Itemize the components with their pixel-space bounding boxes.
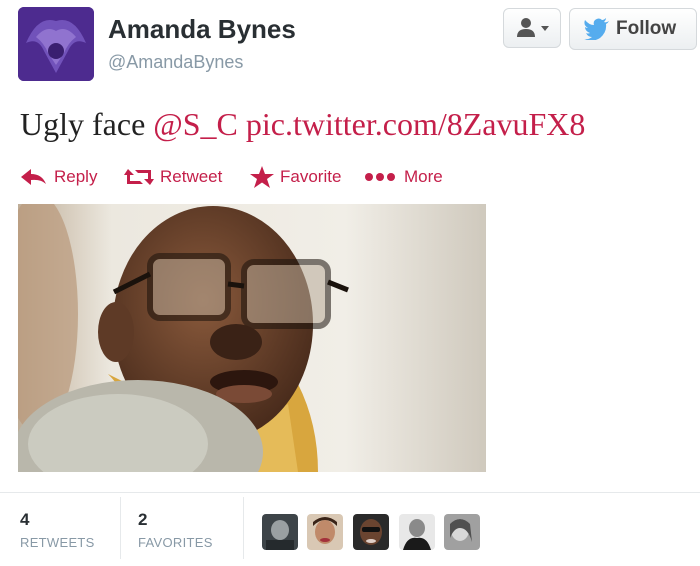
retweets-count: 4 bbox=[20, 510, 30, 529]
retweets-label: RETWEETS bbox=[20, 535, 95, 550]
retweet-label: Retweet bbox=[160, 167, 223, 186]
person-dropdown-icon bbox=[517, 18, 549, 37]
reply-button[interactable]: Reply bbox=[20, 163, 97, 191]
stat-separator bbox=[243, 497, 244, 559]
favoriter-avatar-image bbox=[353, 514, 389, 550]
reply-label: Reply bbox=[54, 167, 98, 186]
retweet-button[interactable]: Retweet bbox=[124, 163, 222, 191]
favoriter-avatar[interactable] bbox=[307, 514, 343, 550]
more-label: More bbox=[404, 167, 443, 186]
avatar-image bbox=[18, 7, 94, 81]
stats-divider bbox=[0, 492, 700, 493]
favoriter-avatar[interactable] bbox=[262, 514, 298, 550]
tweet-photo[interactable] bbox=[18, 204, 486, 472]
author-name[interactable]: Amanda Bynes bbox=[108, 14, 296, 45]
pic-link[interactable]: pic.twitter.com/8ZavuFX8 bbox=[246, 106, 586, 142]
favoriter-avatar[interactable] bbox=[399, 514, 435, 550]
user-menu-button[interactable] bbox=[503, 8, 561, 48]
favoriter-avatar[interactable] bbox=[444, 514, 480, 550]
favorites-count: 2 bbox=[138, 510, 148, 529]
reply-arrow-icon bbox=[21, 169, 46, 185]
author-avatar[interactable] bbox=[18, 7, 94, 81]
follow-label: Follow bbox=[616, 18, 677, 39]
more-button[interactable]: More bbox=[364, 163, 443, 191]
favorite-button[interactable]: Favorite bbox=[250, 163, 341, 191]
stat-separator bbox=[120, 497, 121, 559]
favorites-label: FAVORITES bbox=[138, 535, 213, 550]
photo-image bbox=[18, 204, 486, 472]
author-handle[interactable]: @AmandaBynes bbox=[108, 52, 243, 73]
favoriter-avatar-image bbox=[262, 514, 298, 550]
favoriter-avatar-image bbox=[307, 514, 343, 550]
favorite-label: Favorite bbox=[280, 167, 342, 186]
favoriter-avatar-image bbox=[444, 514, 480, 550]
favoriter-avatar-image bbox=[399, 514, 435, 550]
retweet-icon bbox=[124, 169, 154, 185]
favoriter-avatar[interactable] bbox=[353, 514, 389, 550]
more-dots-icon bbox=[365, 173, 395, 181]
twitter-bird-icon bbox=[584, 18, 609, 40]
tweet-text: Ugly face @S_C pic.twitter.com/8ZavuFX8 bbox=[20, 106, 585, 143]
follow-button[interactable]: Follow bbox=[569, 8, 697, 50]
mention-link[interactable]: @S_C bbox=[153, 106, 238, 142]
star-icon bbox=[250, 166, 274, 188]
tweet-text-prefix: Ugly face bbox=[20, 106, 146, 142]
